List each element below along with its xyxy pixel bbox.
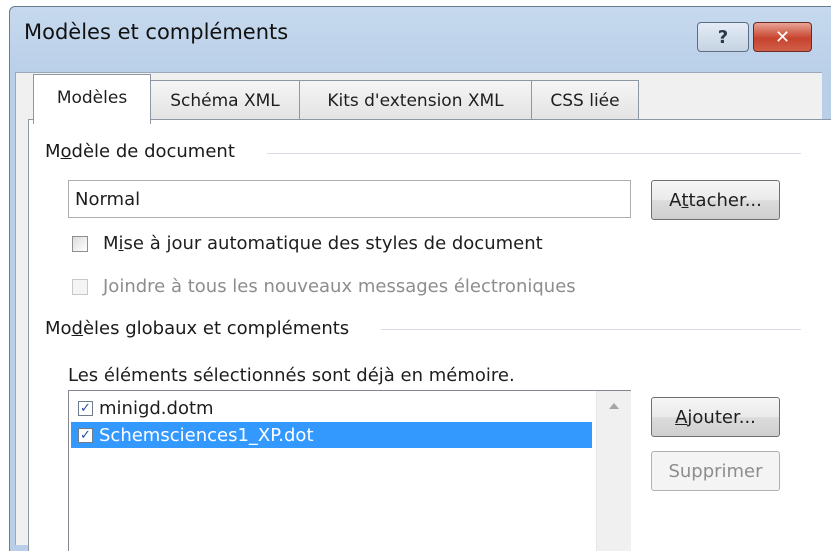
tab-schema-xml[interactable]: Schéma XML [150,80,300,120]
auto-update-styles-label: Mise à jour automatique des styles de do… [103,233,543,254]
attach-button[interactable]: At tacher... [651,180,780,220]
dialog-title: Modèles et compléments [24,20,289,44]
tab-label: CSS liée [550,90,620,111]
attach-to-new-mail-label: Joindre à tous les nouveaux messages éle… [103,276,576,297]
document-template-input[interactable]: Normal [68,180,631,218]
loaded-items-hint: Les éléments sélectionnés sont déjà en m… [68,365,515,386]
scroll-up-arrow-icon[interactable] [609,403,619,409]
list-item[interactable]: ✓ minigd.dotm [71,395,592,421]
close-icon: ✕ [774,26,791,48]
list-item-checkbox[interactable]: ✓ [78,427,93,443]
close-button[interactable]: ✕ [753,22,812,52]
list-item[interactable]: ✓ Schemsciences1_XP.dot [71,422,592,448]
group-divider [381,329,801,330]
tab-css-liee[interactable]: CSS liée [531,80,639,120]
global-templates-group-label: Modèles globaux et compléments [45,318,350,339]
help-icon: ? [717,26,729,48]
document-template-group-label: Modèle de document [45,141,235,162]
list-item-label: Schemsciences1_XP.dot [99,424,314,446]
help-button[interactable]: ? [697,22,749,52]
attach-to-new-mail-checkbox[interactable] [72,279,88,295]
group-divider [267,153,801,154]
global-templates-listbox[interactable]: ✓ minigd.dotm ✓ Schemsciences1_XP.dot [68,390,631,551]
tab-label: Kits d'extension XML [327,90,504,111]
list-item-label: minigd.dotm [99,397,214,419]
add-template-button[interactable]: Ajouter... [651,397,780,437]
remove-template-button[interactable]: Supprimer [651,451,780,491]
list-item-checkbox[interactable]: ✓ [78,400,93,416]
tab-kits-extension-xml[interactable]: Kits d'extension XML [299,80,532,120]
tab-label: Schéma XML [170,90,280,111]
listbox-scrollbar[interactable] [596,391,631,551]
auto-update-styles-checkbox[interactable] [72,236,88,252]
checkmark-icon: ✓ [80,400,91,416]
tab-modeles[interactable]: Modèles [33,74,151,124]
tab-label: Modèles [56,88,128,108]
checkmark-icon: ✓ [80,427,91,443]
